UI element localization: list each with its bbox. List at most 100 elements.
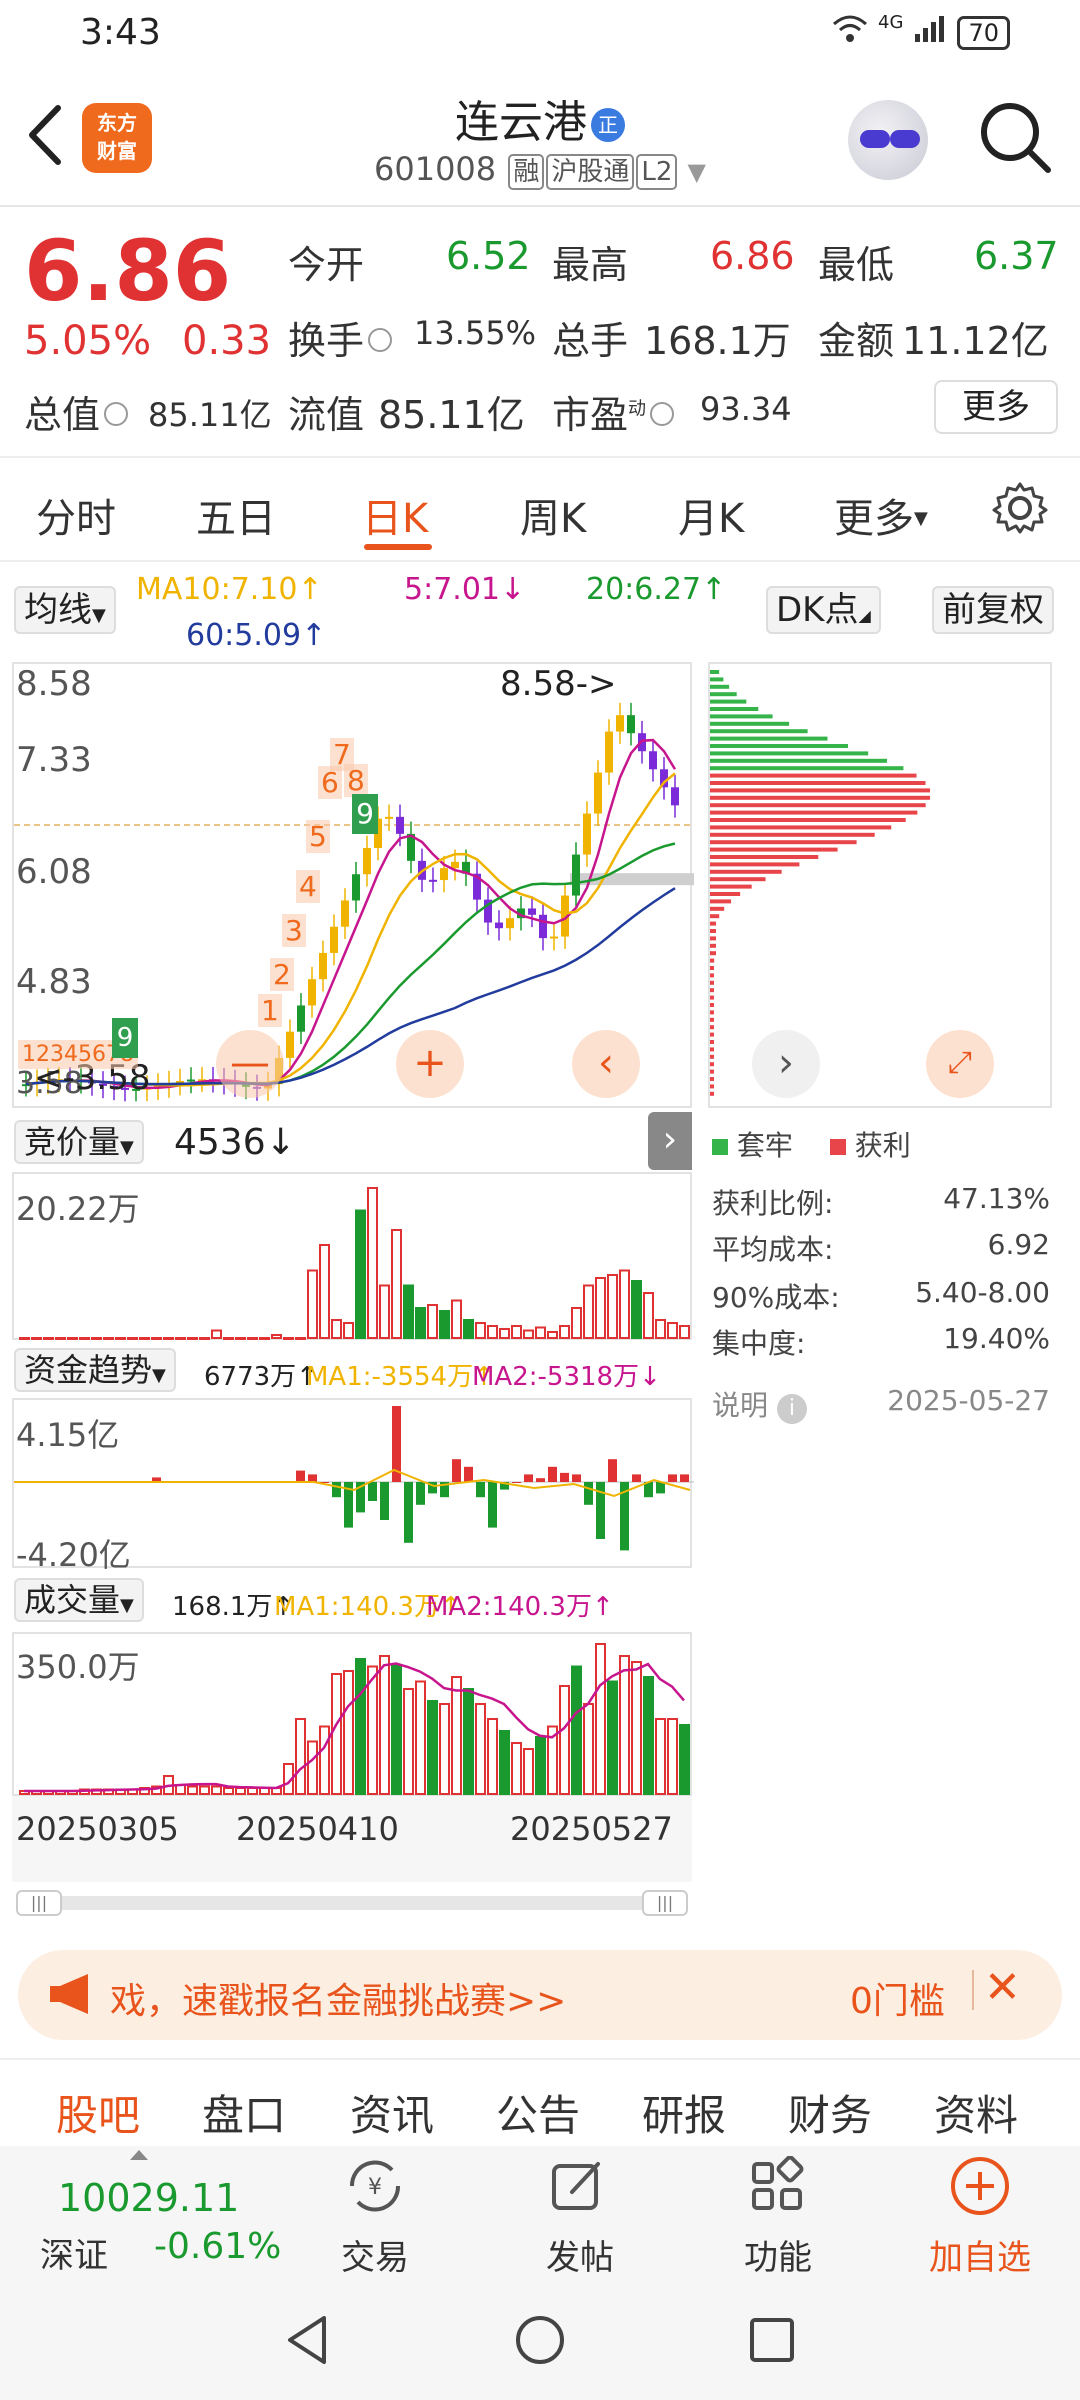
tab-more[interactable]: 更多▼ (834, 486, 928, 544)
auction-selector[interactable]: 竞价量▼ (14, 1120, 144, 1164)
chip-bar (710, 929, 716, 933)
chip-bar (710, 855, 819, 859)
caret-down-icon: ▼ (120, 1137, 134, 1158)
panel-toggle-button[interactable]: › (648, 1112, 692, 1170)
float-value: 85.11亿 (378, 393, 525, 437)
fund-bar (548, 1466, 557, 1482)
system-home-icon[interactable] (512, 2312, 568, 2372)
candle-body (506, 918, 514, 929)
gear-icon[interactable] (992, 480, 1048, 536)
add-circle-icon[interactable] (948, 2154, 1012, 2222)
verified-badge: 正 (591, 108, 625, 142)
volume-bar (331, 1673, 342, 1795)
status-icons: 4G 70 (832, 12, 1010, 51)
auction-bar (343, 1322, 354, 1339)
assistant-avatar[interactable] (848, 100, 928, 180)
zoom-out-button[interactable]: — (216, 1030, 284, 1098)
auction-axis-label: 20.22万 (16, 1190, 140, 1228)
range-handle-left[interactable]: ||| (16, 1890, 62, 1916)
trade-icon[interactable]: ¥ (340, 2156, 410, 2220)
volume-bar (619, 1655, 630, 1795)
tab-five-day[interactable]: 五日 (196, 486, 276, 544)
range-slider-track[interactable] (16, 1896, 688, 1910)
tab-intraday[interactable]: 分时 (36, 486, 116, 544)
fund-selector[interactable]: 资金趋势▼ (14, 1348, 176, 1392)
volume-bar (379, 1655, 390, 1795)
mcap-label: 总值 (24, 384, 132, 439)
volume-bar (571, 1665, 582, 1795)
search-icon[interactable] (976, 98, 1056, 178)
chip-bar (710, 810, 918, 815)
tab-announcements[interactable]: 公告 (496, 2082, 580, 2143)
visibility-icon[interactable] (104, 401, 129, 426)
grid-icon[interactable] (748, 2155, 808, 2220)
auction-bar (475, 1322, 486, 1339)
chip-legend: 套牢 获利 (712, 1124, 911, 1164)
auction-bar (631, 1280, 642, 1339)
function-label[interactable]: 功能 (728, 2230, 828, 2279)
adjust-button[interactable]: 前复权 (932, 586, 1054, 634)
candle-body (583, 813, 591, 855)
fund-selector-label: 资金趋势 (24, 1351, 153, 1389)
network-label: 4G (878, 12, 904, 33)
date-label: 20250527 (510, 1810, 673, 1848)
auction-bar (451, 1299, 462, 1339)
chip-bar (710, 1017, 714, 1022)
tab-news[interactable]: 资讯 (350, 2082, 434, 2143)
tab-forum[interactable]: 股吧 (56, 2082, 140, 2143)
indicator-selector-label: 均线 (24, 590, 92, 630)
volume-bar (607, 1680, 618, 1795)
banner-text[interactable]: 戏，速戳报名金融挑战赛>> (110, 1972, 566, 2024)
tab-profile[interactable]: 资料 (934, 2082, 1018, 2143)
dk-point-button[interactable]: DK点◢ (766, 586, 881, 634)
auction-bar (427, 1304, 438, 1339)
dk-point-label: DK点 (776, 590, 859, 630)
tab-research[interactable]: 研报 (642, 2082, 726, 2143)
chip-bar (710, 1062, 714, 1067)
auction-bar (295, 1337, 306, 1340)
chevron-right-icon[interactable]: › (752, 1030, 820, 1098)
indicator-selector[interactable]: 均线▼ (14, 586, 116, 634)
system-back-icon[interactable] (280, 2312, 336, 2372)
tab-weekly-k[interactable]: 周K (520, 486, 586, 544)
add-watchlist-label[interactable]: 加自选 (918, 2230, 1042, 2279)
tab-order-book[interactable]: 盘口 (202, 2082, 286, 2143)
tab-monthly-k[interactable]: 月K (678, 486, 744, 544)
fund-ma2: MA2:-5318万↓ (472, 1362, 661, 1392)
volume-bar (295, 1718, 306, 1795)
auction-bar (103, 1337, 114, 1340)
open-value: 6.52 (446, 234, 531, 278)
tab-more-label: 更多 (834, 496, 914, 542)
zoom-in-button[interactable]: + (396, 1030, 464, 1098)
fund-bar (572, 1474, 581, 1482)
ma5-value: 5:7.01↓ (404, 572, 526, 607)
chip-bar (710, 684, 730, 689)
close-icon[interactable]: ✕ (984, 1962, 1021, 2013)
chip-note[interactable]: 说明 i (712, 1384, 807, 1424)
expand-icon[interactable]: ⤢ (926, 1030, 994, 1098)
index-name[interactable]: 深证 (40, 2228, 108, 2277)
signal-number: 3 (282, 914, 306, 947)
visibility-icon[interactable] (368, 327, 393, 352)
range-handle-right[interactable]: ||| (642, 1890, 688, 1916)
compose-label[interactable]: 发帖 (530, 2230, 630, 2279)
visibility-icon[interactable] (650, 401, 675, 426)
candle-body (297, 1005, 305, 1032)
tab-financials[interactable]: 财务 (788, 2082, 872, 2143)
volume-bar (235, 1787, 246, 1795)
robot-eye-right (890, 130, 920, 148)
chip-bar (710, 1091, 714, 1096)
index-value[interactable]: 10029.11 (58, 2176, 239, 2220)
scroll-left-button[interactable]: ‹ (572, 1030, 640, 1098)
candle-body (550, 936, 558, 939)
turnover-label: 换手 (288, 310, 396, 365)
compose-icon[interactable] (548, 2156, 608, 2220)
system-recents-icon[interactable] (744, 2312, 800, 2372)
tab-daily-k[interactable]: 日K (362, 486, 428, 544)
more-button[interactable]: 更多 (934, 380, 1058, 434)
auction-bar (499, 1328, 510, 1339)
volume-selector[interactable]: 成交量▼ (14, 1578, 144, 1622)
candle-body (616, 715, 624, 732)
turnover-value: 13.55% (414, 314, 537, 352)
trade-label[interactable]: 交易 (330, 2230, 420, 2279)
